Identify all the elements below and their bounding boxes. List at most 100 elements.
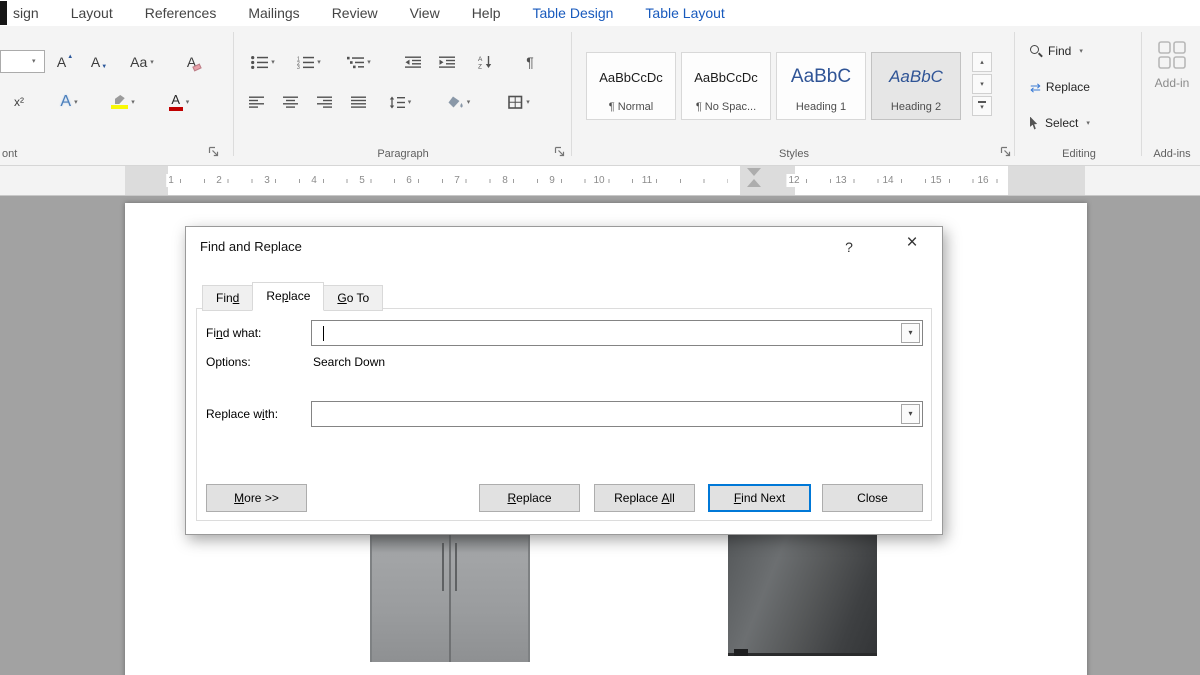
shading-button[interactable]: ▾ [436, 90, 482, 114]
menu-tab-mailings[interactable]: Mailings [232, 5, 315, 21]
find-button[interactable]: Find ▾ [1030, 40, 1083, 62]
multilevel-list-icon [347, 56, 364, 69]
menu-tab-design-partial[interactable]: sign [9, 5, 55, 21]
replace-with-dropdown-button[interactable]: ▾ [901, 404, 920, 424]
menu-tab-help[interactable]: Help [456, 5, 517, 21]
options-value: Search Down [313, 355, 385, 369]
style-card-no-spacing[interactable]: AaBbCcDc ¶ No Spac... [681, 52, 771, 120]
tab-go-to[interactable]: Go To [323, 285, 383, 311]
increase-indent-button[interactable] [432, 50, 462, 74]
ruler-margin-zone [125, 166, 168, 195]
dialog-help-button[interactable]: ? [834, 233, 864, 261]
select-button[interactable]: Select ▾ [1030, 112, 1090, 134]
line-spacing-button[interactable]: ▾ [380, 90, 420, 114]
triangle-down-icon: ▾ [980, 81, 984, 88]
styles-scroll-up-button[interactable]: ▴ [972, 52, 992, 72]
chevron-down-icon: ▾ [908, 410, 912, 418]
find-what-dropdown-button[interactable]: ▾ [901, 323, 920, 343]
menu-tab-table-design[interactable]: Table Design [516, 5, 629, 21]
font-dialog-launcher[interactable] [206, 144, 221, 159]
addins-group: Add-in Add-ins [1144, 26, 1200, 165]
font-color-button[interactable]: A ▾ [156, 90, 202, 114]
styles-dialog-launcher[interactable] [998, 144, 1013, 159]
decrease-indent-icon [405, 56, 421, 69]
sort-button[interactable]: AZ [468, 50, 502, 74]
align-right-button[interactable] [310, 90, 338, 114]
align-left-button[interactable] [242, 90, 270, 114]
ruler-number: 13 [833, 174, 848, 187]
bullets-button[interactable]: ▾ [242, 50, 284, 74]
change-case-button[interactable]: Aa ▾ [122, 50, 162, 74]
grow-font-button[interactable]: A ▲ [50, 50, 80, 74]
replace-with-label: Replace with: [206, 407, 278, 421]
grow-font-letter: A [57, 55, 66, 69]
text-effects-button[interactable]: A ▾ [48, 90, 90, 114]
dialog-replace-button[interactable]: Replace [479, 484, 580, 512]
style-card-normal[interactable]: AaBbCcDc ¶ Normal [586, 52, 676, 120]
find-next-button-text: ind Next [741, 491, 785, 505]
replace-with-input[interactable] [312, 402, 922, 426]
paragraph-dialog-launcher[interactable] [552, 144, 567, 159]
menu-tab-layout[interactable]: Layout [55, 5, 129, 21]
dialog-launcher-icon [1000, 146, 1011, 157]
chevron-down-icon: ▾ [467, 99, 471, 106]
multilevel-list-button[interactable]: ▾ [338, 50, 380, 74]
borders-button[interactable]: ▾ [496, 90, 542, 114]
borders-grid-icon [508, 95, 523, 109]
dialog-launcher-icon [554, 146, 565, 157]
numbering-button[interactable]: 123 ▾ [288, 50, 330, 74]
menu-tab-view[interactable]: View [394, 5, 456, 21]
image-refrigerator-dark[interactable] [728, 535, 877, 656]
ruler-number: 14 [880, 174, 895, 187]
styles-group: AaBbCcDc ¶ Normal AaBbCcDc ¶ No Spac... … [574, 26, 1014, 165]
text-highlight-color-button[interactable]: ▾ [100, 90, 146, 114]
indent-marker[interactable] [747, 168, 761, 187]
tab-replace[interactable]: Replace [252, 282, 324, 311]
show-formatting-marks-button[interactable]: ¶ [516, 50, 544, 74]
align-center-button[interactable] [276, 90, 304, 114]
find-what-label: Find what: [206, 326, 261, 340]
increase-indent-icon [439, 56, 455, 69]
hanging-indent-marker[interactable] [747, 179, 761, 187]
replace-button[interactable]: ⇄ Replace [1030, 76, 1090, 98]
tab-find-text: Fin [216, 291, 233, 305]
tab-find[interactable]: Find [202, 285, 253, 311]
ruler-margin-zone [1008, 166, 1085, 195]
dialog-tab-strip: Find Replace Go To [202, 282, 382, 311]
styles-scroll-down-button[interactable]: ▾ [972, 74, 992, 94]
style-card-heading-2[interactable]: AaBbC Heading 2 [871, 52, 961, 120]
style-name: ¶ Normal [609, 101, 653, 113]
image-refrigerator-silver[interactable] [370, 535, 530, 662]
addins-button[interactable]: Add-in [1144, 40, 1200, 90]
justify-button[interactable] [344, 90, 372, 114]
find-what-input[interactable] [312, 321, 922, 345]
text-effects-icon: A [60, 94, 71, 110]
style-card-heading-1[interactable]: AaBbC Heading 1 [776, 52, 866, 120]
menu-tab-references[interactable]: References [129, 5, 233, 21]
ruler[interactable]: 1 2 3 4 5 6 7 8 9 10 11 12 13 14 15 16 [0, 166, 1200, 196]
font-size-input[interactable] [3, 56, 29, 68]
dialog-close-button[interactable]: × [888, 227, 936, 259]
gallery-expand-bar [978, 101, 986, 103]
chevron-down-icon: ▾ [408, 99, 412, 106]
styles-gallery-expand-button[interactable]: ▾ [972, 96, 992, 116]
replace-button-accel: R [507, 491, 516, 505]
cursor-arrow-icon [1030, 117, 1040, 130]
replace-with-combobox[interactable]: ▾ [311, 401, 923, 427]
ribbon: ▾ A ▲ A ▼ Aa ▾ A x² A ▾ [0, 26, 1200, 166]
first-line-indent-marker[interactable] [747, 168, 761, 176]
find-next-button[interactable]: Find Next [708, 484, 811, 512]
superscript-button[interactable]: x² [4, 90, 34, 114]
shrink-font-button[interactable]: A ▼ [84, 50, 114, 74]
decrease-indent-button[interactable] [398, 50, 428, 74]
clear-formatting-button[interactable]: A [178, 50, 210, 74]
menu-tab-review[interactable]: Review [316, 5, 394, 21]
font-size-combobox[interactable]: ▾ [0, 50, 45, 73]
replace-all-button[interactable]: Replace All [594, 484, 695, 512]
more-button[interactable]: More >> [206, 484, 307, 512]
close-button[interactable]: Close [822, 484, 923, 512]
menu-tab-table-layout[interactable]: Table Layout [629, 5, 740, 21]
style-sample: AaBbCcDc [599, 53, 663, 101]
group-separator [1141, 32, 1142, 156]
find-what-combobox[interactable]: ▾ [311, 320, 923, 346]
